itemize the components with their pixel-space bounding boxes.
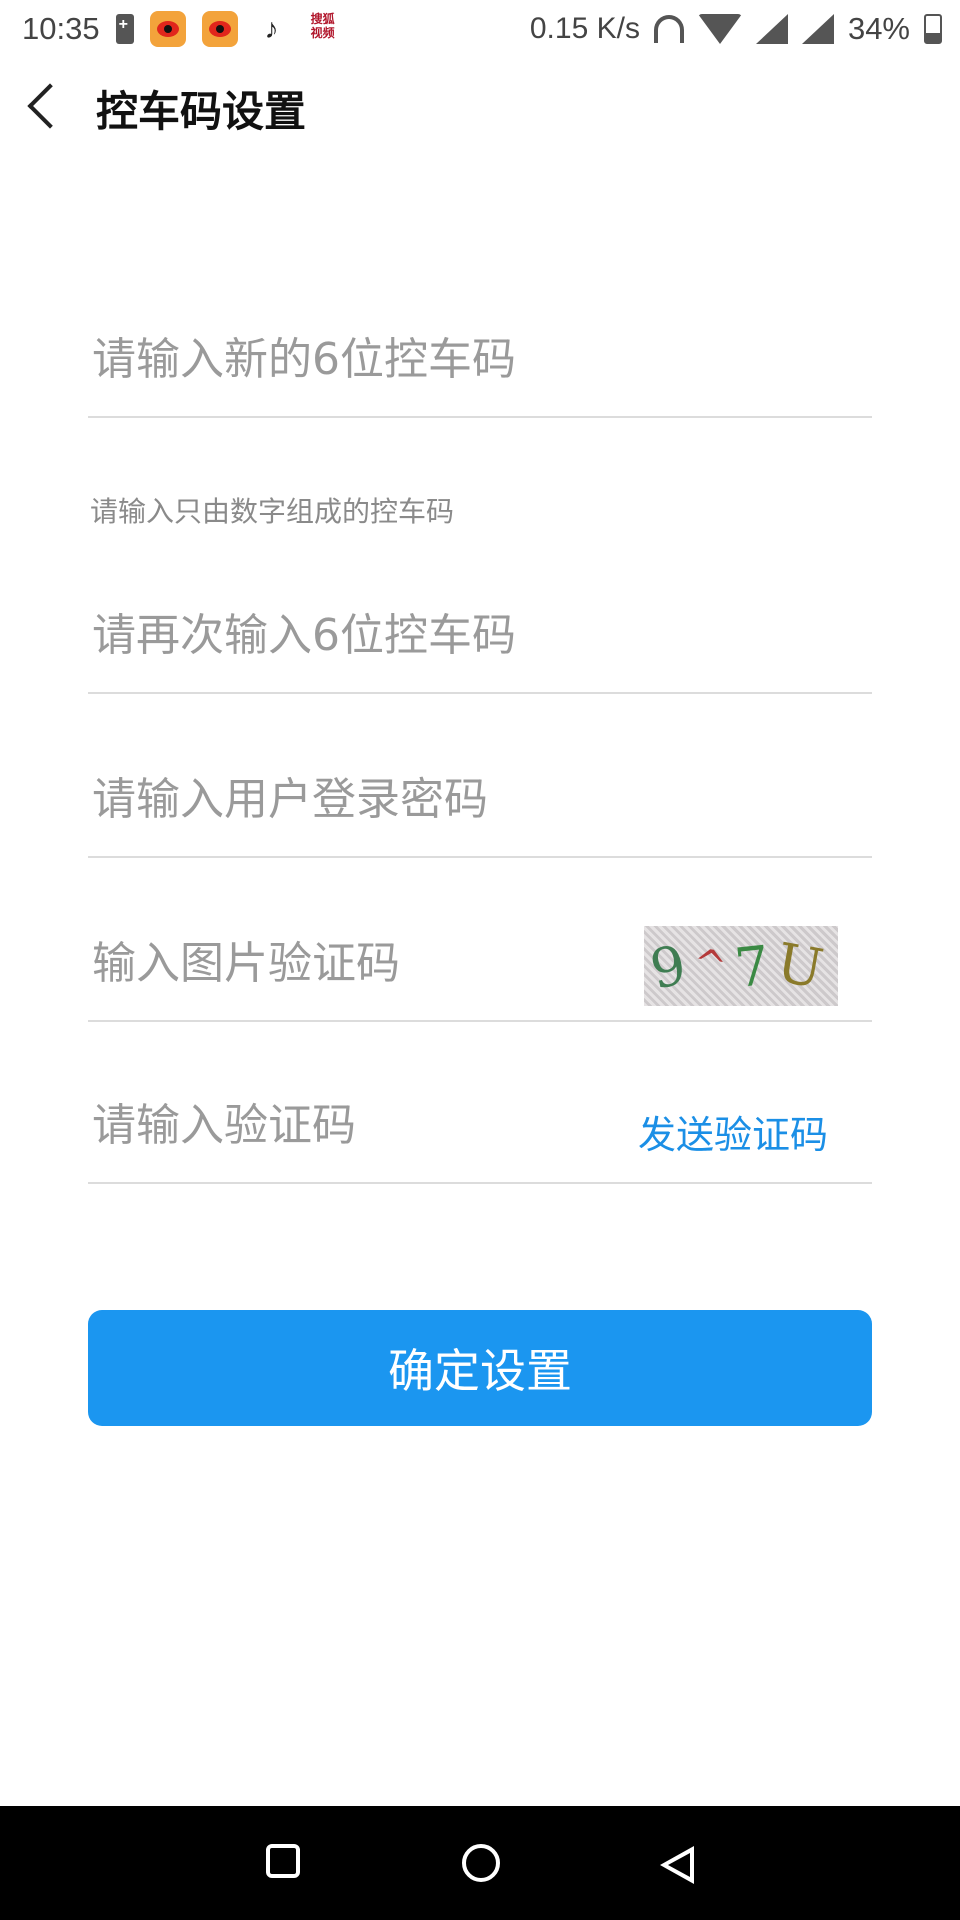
status-right: 0.15 K/s 34% <box>530 11 960 47</box>
status-bar: 10:35 ♪ 搜狐 视频 0.15 K/s 34% <box>0 0 960 58</box>
battery-fill <box>926 33 940 42</box>
back-icon[interactable] <box>660 1846 694 1884</box>
battery-icon <box>924 14 942 44</box>
status-time: 10:35 <box>22 11 100 46</box>
sms-code-field: 发送验证码 <box>88 1066 872 1184</box>
confirm-code-input[interactable] <box>90 604 854 666</box>
status-left: 10:35 ♪ 搜狐 视频 <box>0 11 340 47</box>
sohu-label-top: 搜狐 <box>310 12 335 26</box>
weibo-icon <box>201 11 238 47</box>
wifi-icon <box>697 14 742 44</box>
weibo-icon <box>149 11 186 47</box>
captcha-image[interactable]: 9 ^ 7 U <box>644 926 838 1006</box>
recents-icon[interactable] <box>266 1844 300 1878</box>
battery-percent: 34% <box>847 11 910 46</box>
sohu-label-bottom: 视频 <box>310 26 335 40</box>
captcha-input[interactable] <box>90 932 614 994</box>
captcha-char: U <box>772 930 836 1002</box>
battery-saver-icon <box>115 14 134 44</box>
confirm-code-field <box>88 576 872 694</box>
new-code-input[interactable] <box>90 328 854 390</box>
sohu-video-icon: 搜狐 视频 <box>306 12 340 46</box>
captcha-field: 9 ^ 7 U <box>88 904 872 1022</box>
back-arrow-icon[interactable] <box>27 83 73 129</box>
network-speed: 0.15 K/s <box>529 12 640 45</box>
confirm-settings-button[interactable]: 确定设置 <box>88 1310 872 1426</box>
headphone-icon <box>653 15 684 43</box>
tiktok-icon: ♪ <box>264 13 279 44</box>
signal-icon <box>801 14 834 44</box>
password-input[interactable] <box>90 768 854 830</box>
captcha-char: ^ <box>690 940 738 992</box>
code-hint: 请输入只由数字组成的控车码 <box>90 495 455 528</box>
page-title: 控车码设置 <box>96 87 307 136</box>
new-code-field <box>88 300 872 418</box>
password-field <box>88 740 872 858</box>
nav-bar: 控车码设置 <box>0 58 960 158</box>
captcha-char: 9 <box>645 930 700 1002</box>
signal-icon <box>755 14 788 44</box>
home-icon[interactable] <box>462 1844 500 1882</box>
send-code-button[interactable]: 发送验证码 <box>638 1104 828 1159</box>
sms-code-input[interactable] <box>90 1094 614 1156</box>
system-nav-bar <box>0 1806 960 1920</box>
